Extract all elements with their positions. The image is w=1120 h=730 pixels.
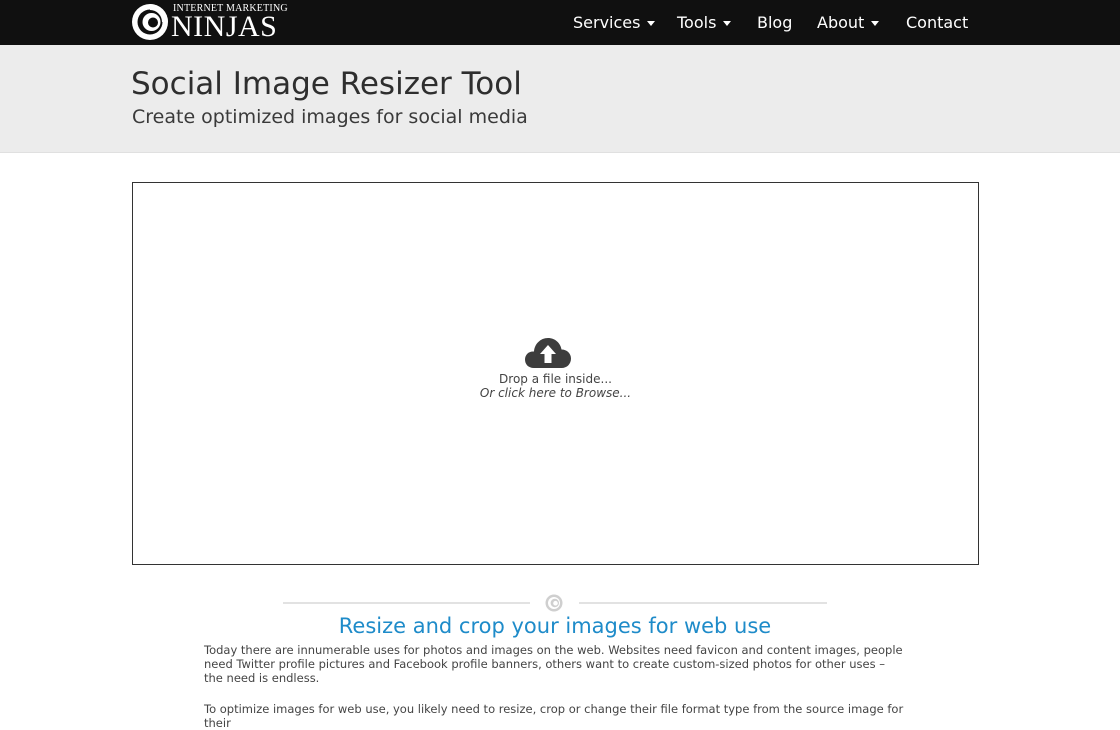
nav-blog[interactable]: Blog <box>757 0 792 45</box>
page-header: Social Image Resizer Tool Create optimiz… <box>0 45 1120 153</box>
cloud-upload-icon <box>525 338 571 368</box>
nav-blog-label: Blog <box>757 13 793 32</box>
nav-tools[interactable]: Tools <box>677 0 732 45</box>
divider-right <box>579 602 827 604</box>
page-title: Social Image Resizer Tool <box>131 66 522 102</box>
divider-left <box>283 602 530 604</box>
site-logo[interactable]: INTERNET MARKETING NINJAS <box>131 2 288 43</box>
file-dropzone[interactable]: Drop a file inside... Or click here to B… <box>132 182 979 565</box>
dropzone-browse-link[interactable]: Or click here to Browse... <box>133 386 978 400</box>
nav-services[interactable]: Services <box>573 0 656 45</box>
nav-about-label: About <box>817 13 865 32</box>
caret-down-icon <box>647 20 656 26</box>
page-subtitle: Create optimized images for social media <box>132 106 528 128</box>
nav-contact[interactable]: Contact <box>906 0 968 45</box>
swirl-divider-icon <box>545 594 563 612</box>
nav-contact-label: Contact <box>906 13 969 32</box>
ninjas-swirl-icon <box>132 4 168 40</box>
top-navbar: INTERNET MARKETING NINJAS Services Tools… <box>0 0 1120 45</box>
caret-down-icon <box>723 20 732 26</box>
nav-about[interactable]: About <box>817 0 880 45</box>
optimize-paragraph: To optimize images for web use, you like… <box>204 702 904 730</box>
nav-services-label: Services <box>573 13 641 32</box>
dropzone-instruction: Drop a file inside... <box>499 372 612 386</box>
section-heading: Resize and crop your images for web use <box>338 614 772 638</box>
caret-down-icon <box>871 20 880 26</box>
logo-big-text: NINJAS <box>171 10 278 43</box>
nav-tools-label: Tools <box>677 13 717 32</box>
intro-paragraph: Today there are innumerable uses for pho… <box>204 643 903 685</box>
